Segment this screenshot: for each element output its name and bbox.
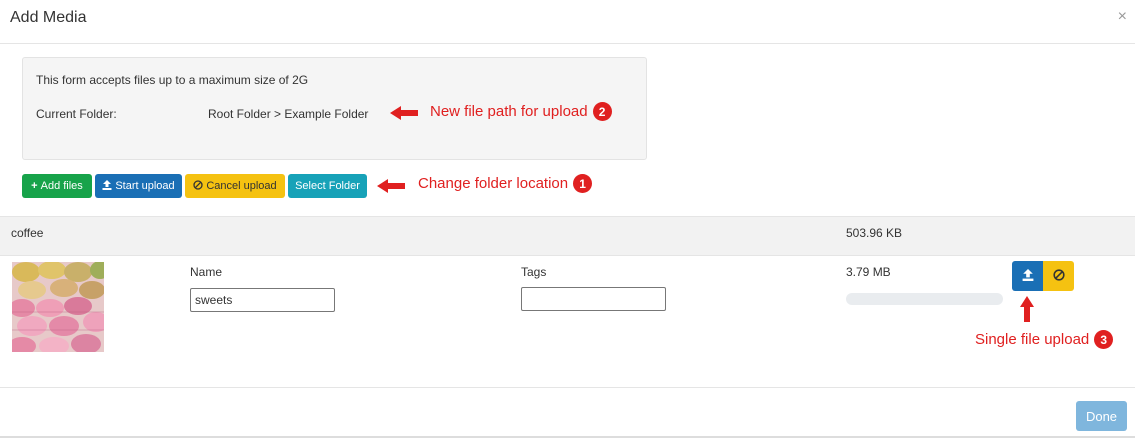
plus-icon: + [31, 180, 38, 192]
max-size-text: This form accepts files up to a maximum … [36, 73, 309, 87]
annotation-single-number: 3 [1094, 330, 1114, 349]
name-input[interactable] [190, 288, 335, 312]
arrow-left-icon [390, 106, 418, 125]
current-folder-label: Current Folder: [36, 107, 117, 121]
tags-label: Tags [521, 265, 547, 279]
annotation-folder: Change folder location 1 [418, 174, 593, 193]
file-size: 3.79 MB [846, 265, 891, 279]
file-group-name: coffee [11, 226, 44, 240]
upload-icon [1022, 268, 1034, 284]
tags-input[interactable] [521, 287, 666, 311]
dialog-title: Add Media [10, 9, 87, 26]
file-thumbnail [12, 262, 104, 352]
annotation-path-number: 2 [592, 102, 612, 121]
single-cancel-button[interactable] [1043, 261, 1074, 291]
dialog-header: Add Media × [0, 0, 1135, 44]
select-folder-label: Select Folder [295, 180, 360, 192]
name-label: Name [190, 265, 223, 279]
select-folder-button[interactable]: Select Folder [288, 174, 367, 198]
start-upload-label: Start upload [115, 180, 175, 192]
annotation-path: New file path for upload 2 [430, 102, 612, 121]
arrow-up-icon [1020, 296, 1034, 327]
single-upload-button[interactable] [1012, 261, 1043, 291]
ban-icon [193, 179, 203, 193]
start-upload-button[interactable]: Start upload [95, 174, 182, 198]
done-button[interactable]: Done [1076, 401, 1127, 431]
add-files-label: Add files [40, 180, 83, 192]
arrow-left-icon [377, 179, 405, 198]
cancel-upload-button[interactable]: Cancel upload [185, 174, 285, 198]
add-files-button[interactable]: + Add files [22, 174, 92, 198]
annotation-single: Single file upload 3 [975, 330, 1114, 349]
file-group-size: 503.96 KB [846, 226, 903, 240]
cancel-upload-label: Cancel upload [206, 180, 277, 192]
annotation-folder-text: Change folder location [418, 175, 569, 192]
annotation-path-text: New file path for upload [430, 103, 588, 120]
annotation-folder-number: 1 [573, 174, 593, 193]
dialog-footer: Done [0, 387, 1135, 439]
annotation-single-text: Single file upload [975, 331, 1090, 348]
ban-icon [1052, 268, 1065, 284]
file-group-row: coffee 503.96 KB [0, 216, 1135, 256]
upload-progress-bar [846, 293, 1003, 305]
upload-icon [102, 179, 112, 193]
current-folder-path: Root Folder > Example Folder [208, 107, 369, 121]
close-icon[interactable]: × [1118, 8, 1127, 26]
